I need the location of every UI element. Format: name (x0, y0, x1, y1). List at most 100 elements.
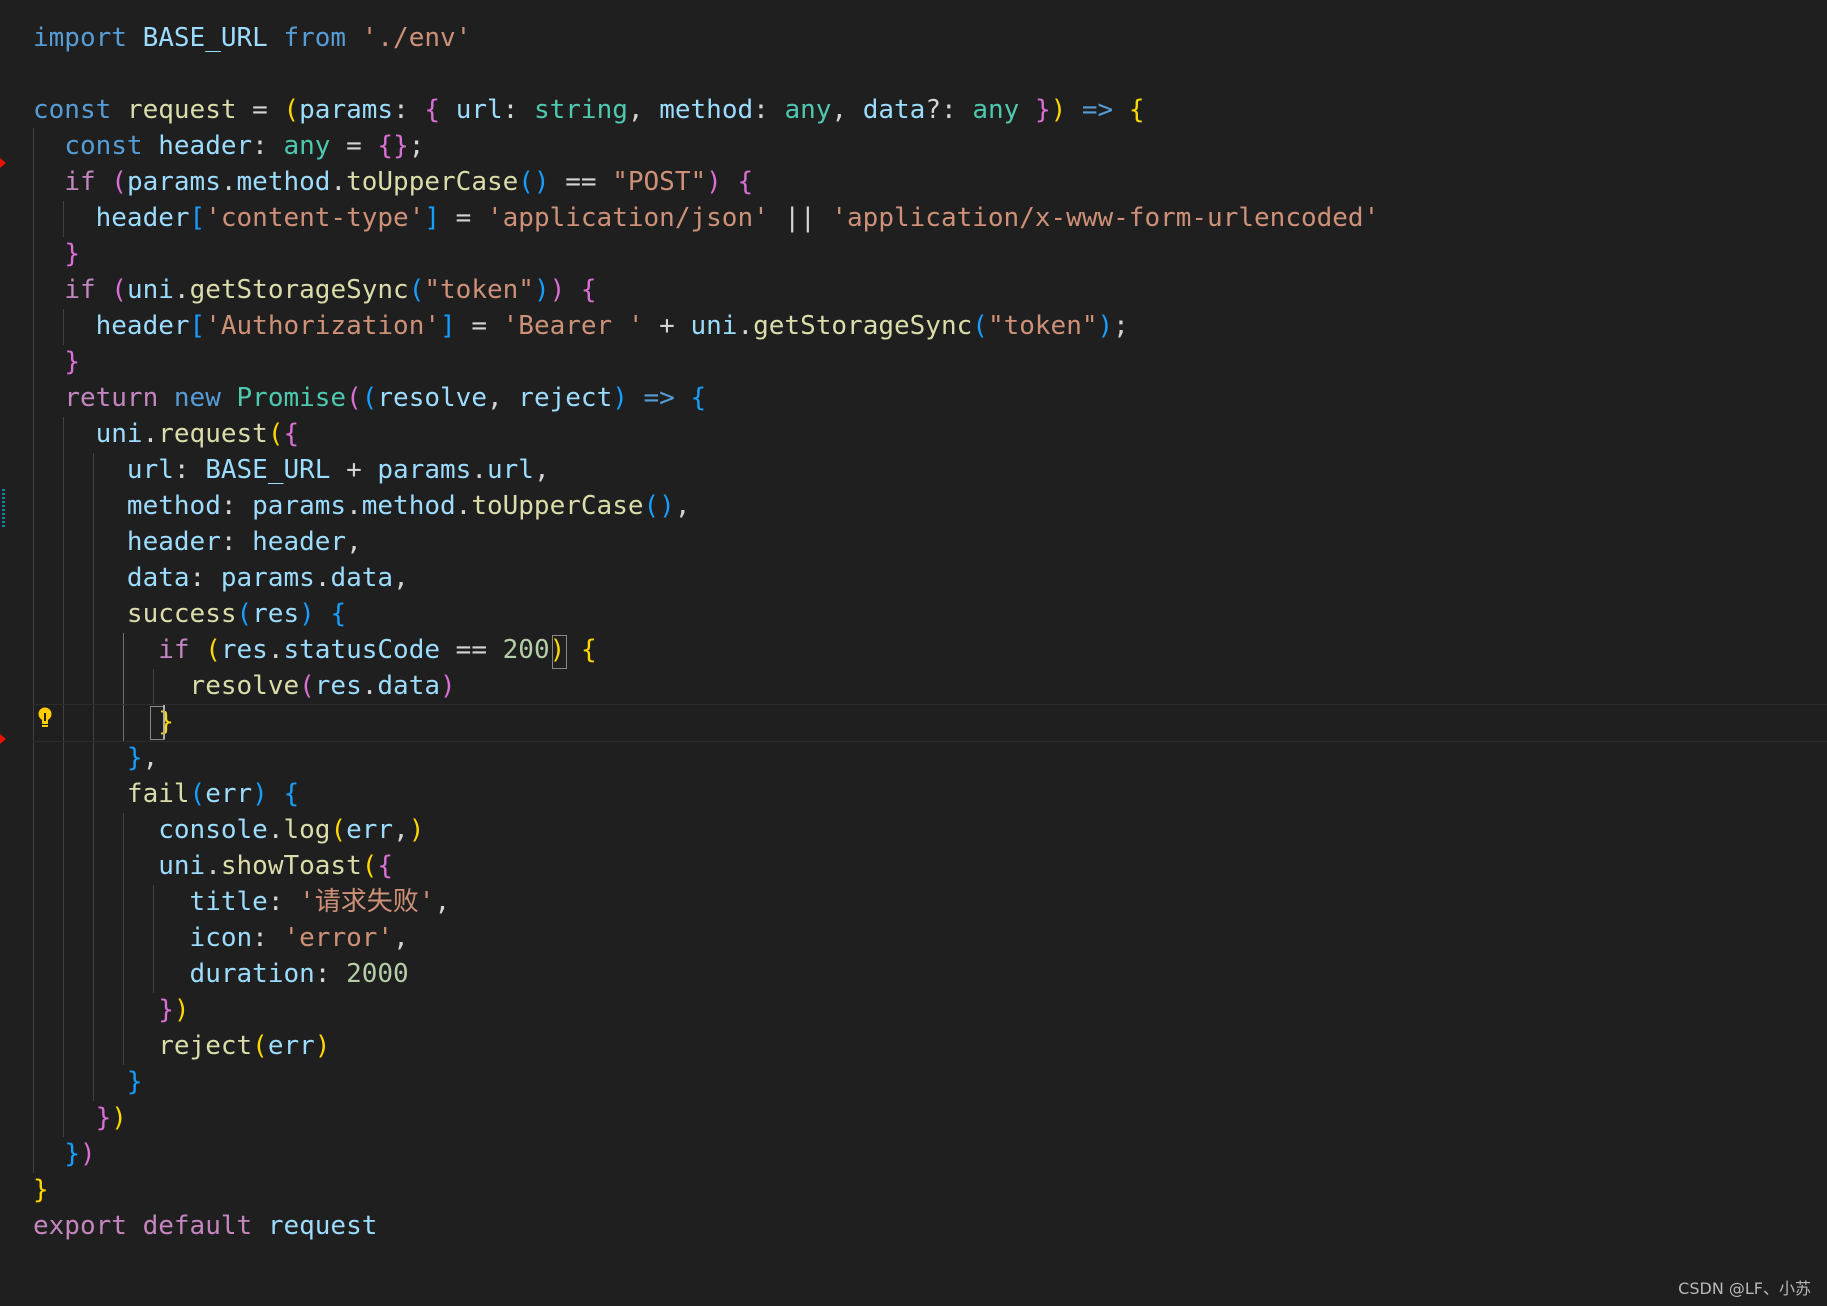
code-line[interactable]: } (33, 236, 80, 272)
gutter-fold-marker[interactable] (0, 158, 6, 168)
code-token: , (533, 455, 550, 485)
code-token: ( (252, 1031, 268, 1061)
code-line[interactable]: import BASE_URL from './env' (33, 20, 471, 56)
code-line[interactable]: if (params.method.toUpperCase() == "POST… (33, 164, 753, 200)
code-line[interactable]: duration: 2000 (33, 956, 409, 992)
lightbulb-icon[interactable] (36, 706, 54, 728)
code-token: uni (158, 851, 206, 881)
code-line[interactable]: } (33, 1064, 143, 1100)
code-token: import (33, 23, 127, 53)
code-token: ) (533, 275, 550, 305)
code-line[interactable]: method: params.method.toUpperCase(), (33, 488, 691, 524)
code-token: } (95, 1103, 112, 1133)
code-token: success (126, 599, 237, 629)
current-line-highlight (33, 704, 1827, 742)
code-token: ) (440, 671, 456, 701)
code-line[interactable]: }) (33, 1100, 127, 1136)
code-token: data (330, 563, 394, 593)
code-token: ( (408, 275, 425, 305)
code-token: () (643, 491, 675, 521)
code-line[interactable]: header: header, (33, 524, 362, 560)
code-line[interactable]: }) (33, 1136, 95, 1172)
code-token: uni (126, 275, 174, 305)
code-line[interactable]: data: params.data, (33, 560, 409, 596)
code-token: ) (612, 383, 628, 413)
text-cursor (163, 705, 165, 739)
code-line[interactable]: console.log(err,) (33, 812, 424, 848)
code-line[interactable]: }, (33, 740, 158, 776)
code-token: ; (1113, 311, 1129, 341)
code-line[interactable]: return new Promise((resolve, reject) => … (33, 380, 706, 416)
code-line[interactable]: const request = (params: { url: string, … (33, 92, 1145, 128)
code-token: { (377, 851, 394, 881)
code-token: request (158, 419, 268, 449)
code-line[interactable]: uni.request({ (33, 416, 300, 452)
code-line[interactable]: url: BASE_URL + params.url, (33, 452, 550, 488)
code-token: ; (408, 131, 425, 161)
code-line[interactable]: header['content-type'] = 'application/js… (33, 200, 1380, 236)
code-token: : (314, 959, 347, 989)
code-editor[interactable]: import BASE_URL from './env' const reques… (0, 0, 1827, 1306)
code-line[interactable]: title: '请求失败', (33, 884, 451, 920)
code-token: ( (189, 779, 206, 809)
code-line[interactable]: if (res.statusCode == 200) { (33, 632, 596, 668)
code-token: return (64, 383, 159, 413)
code-token: 'error' (283, 923, 394, 953)
code-token: toUpperCase (471, 491, 644, 521)
code-token: . (330, 167, 347, 197)
code-token: err (205, 779, 253, 809)
code-token: statusCode (283, 635, 441, 665)
gutter-fold-marker[interactable] (0, 734, 6, 744)
code-line[interactable]: const header: any = {}; (33, 128, 424, 164)
code-line[interactable]: icon: 'error', (33, 920, 409, 956)
code-line[interactable]: export default request (33, 1208, 377, 1244)
code-token: + (330, 455, 378, 485)
code-line[interactable]: } (33, 1172, 49, 1208)
code-token: url (486, 455, 534, 485)
code-token: ( (283, 95, 300, 125)
code-line[interactable]: if (uni.getStorageSync("token")) { (33, 272, 596, 308)
code-line[interactable]: reject(err) (33, 1028, 330, 1064)
code-line[interactable]: } (33, 344, 80, 380)
code-token: export (33, 1211, 127, 1241)
code-token: , (393, 563, 409, 593)
code-token: ( (346, 383, 362, 413)
code-token: ) (549, 275, 566, 305)
code-line[interactable]: resolve(res.data) (33, 668, 456, 704)
code-token: toUpperCase (346, 167, 519, 197)
code-token: title (189, 887, 268, 917)
code-token: params (377, 455, 472, 485)
code-token: reject (158, 1031, 253, 1061)
code-token: : (220, 491, 253, 521)
code-token: method (659, 95, 754, 125)
code-token: { (424, 95, 441, 125)
code-token: const (64, 131, 143, 161)
code-token: ) (314, 1031, 331, 1061)
code-token: showToast (220, 851, 362, 881)
code-line[interactable]: header['Authorization'] = 'Bearer ' + un… (33, 308, 1129, 344)
code-token: ( (330, 815, 347, 845)
code-line[interactable]: uni.showToast({ (33, 848, 393, 884)
code-token: . (267, 635, 284, 665)
code-token: ?: (925, 95, 973, 125)
code-token: = (330, 131, 378, 161)
code-token: . (267, 815, 284, 845)
code-token: . (314, 563, 331, 593)
code-line[interactable]: success(res) { (33, 596, 346, 632)
code-token: : (267, 887, 300, 917)
code-token: . (173, 275, 190, 305)
code-token: . (142, 419, 159, 449)
code-token: params (220, 563, 315, 593)
code-line[interactable]: fail(err) { (33, 776, 299, 812)
code-token: url (126, 455, 174, 485)
code-line[interactable]: }) (33, 992, 189, 1028)
code-token: params (126, 167, 221, 197)
